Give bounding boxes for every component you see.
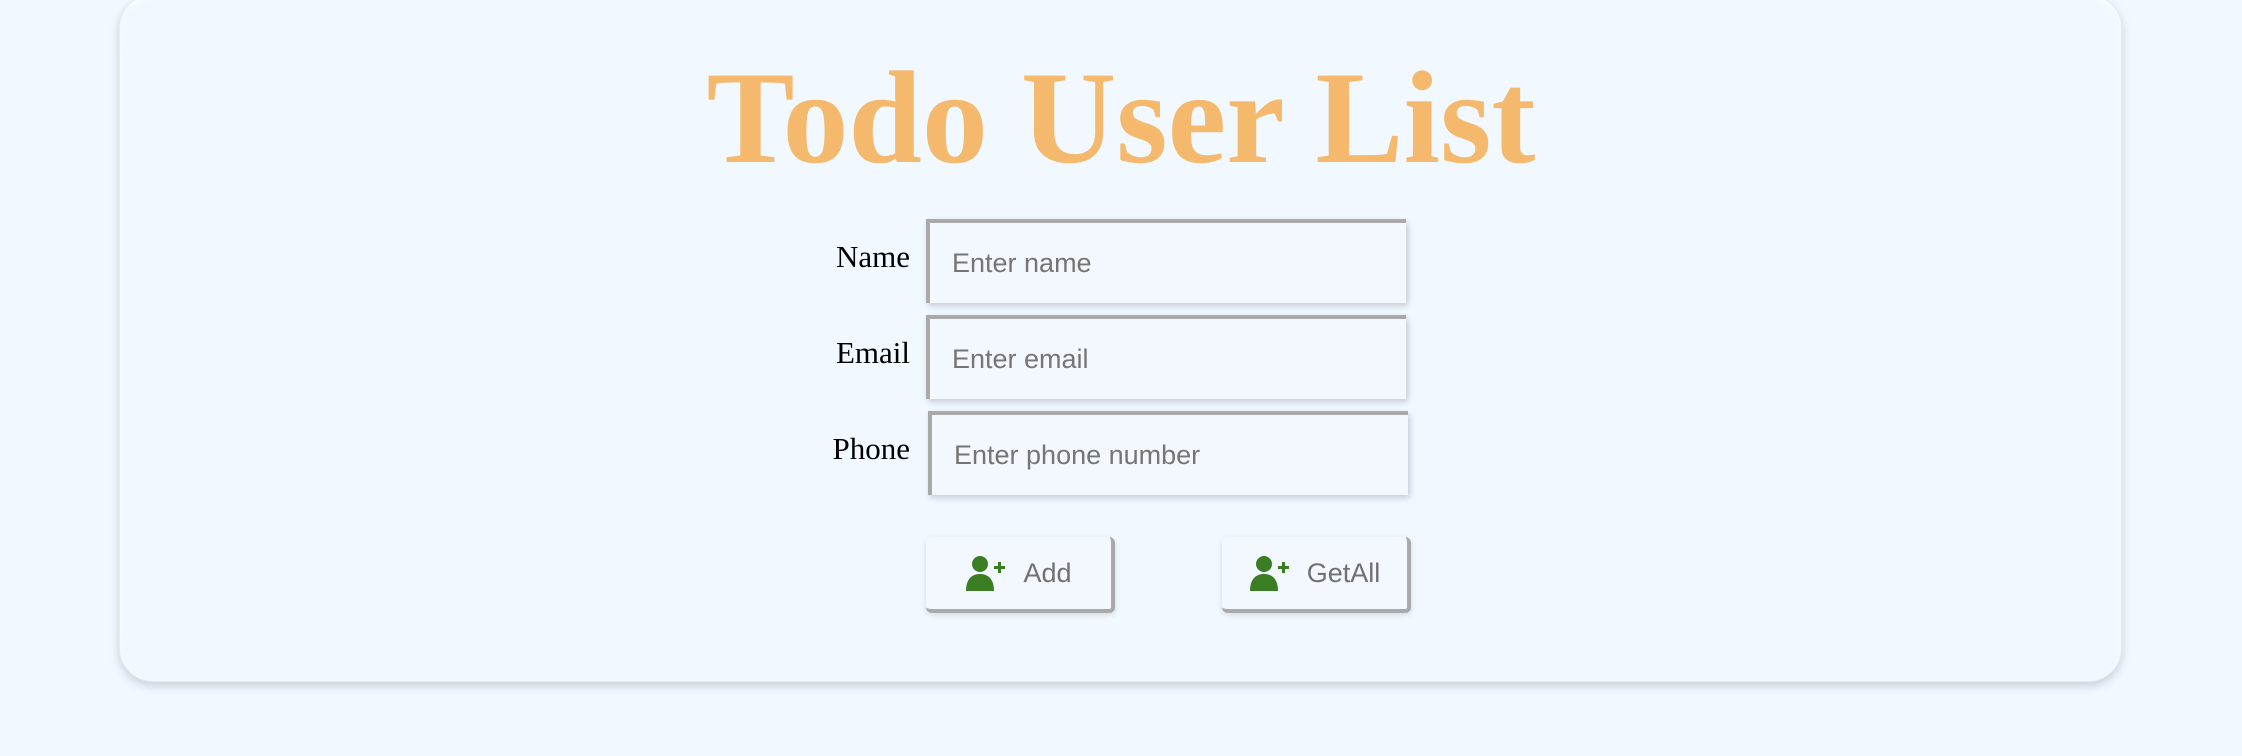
phone-label: Phone [832,431,911,466]
email-input[interactable] [926,315,1406,399]
user-plus-icon [965,555,1009,591]
user-plus-icon [1249,555,1293,591]
email-label: Email [835,335,910,370]
add-button[interactable]: Add [926,537,1115,613]
phone-input[interactable] [928,411,1408,495]
name-label: Name [835,239,910,274]
name-input[interactable] [926,219,1406,303]
add-button-label: Add [1023,557,1072,588]
page-title: Todo User List [706,44,1536,191]
getall-button-label: GetAll [1306,557,1381,588]
getall-button[interactable]: GetAll [1222,537,1411,613]
